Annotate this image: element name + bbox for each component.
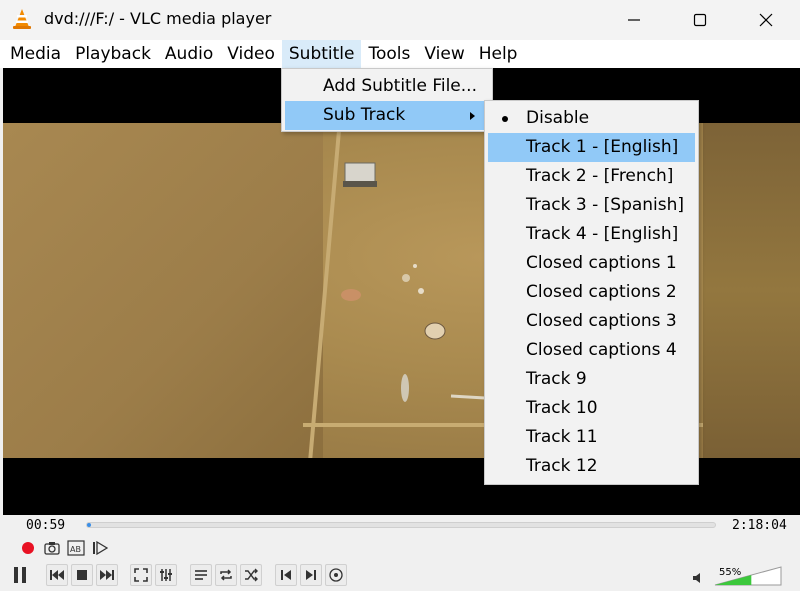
track-option-label: Disable <box>526 108 590 128</box>
window-title: dvd:///F:/ - VLC media player <box>44 9 272 28</box>
record-button[interactable] <box>17 537 39 559</box>
shuffle-icon <box>245 568 258 582</box>
track-option-cc3[interactable]: Closed captions 3 <box>488 307 695 336</box>
previous-chapter-icon <box>281 570 291 580</box>
track-option-label: Closed captions 3 <box>526 311 677 331</box>
track-option-label: Closed captions 1 <box>526 253 677 273</box>
next-chapter-button[interactable] <box>300 564 322 586</box>
menu-help[interactable]: Help <box>472 40 525 68</box>
track-option-2[interactable]: Track 2 - [French] <box>488 162 695 191</box>
mute-button[interactable] <box>690 570 706 586</box>
track-option-11[interactable]: Track 11 <box>488 423 695 452</box>
fullscreen-icon <box>134 568 148 582</box>
stop-icon <box>77 570 87 580</box>
seek-bar[interactable] <box>86 522 716 528</box>
track-option-label: Track 4 - [English] <box>526 224 679 244</box>
loop-ab-icon: AB <box>67 540 85 556</box>
playlist-icon <box>195 570 207 580</box>
minimize-icon <box>628 19 640 21</box>
chevron-right-icon <box>470 112 475 120</box>
next-button[interactable] <box>96 564 118 586</box>
playlist-button[interactable] <box>190 564 212 586</box>
menu-option-sub-track[interactable]: Sub Track <box>285 101 489 130</box>
pause-button[interactable] <box>6 562 34 588</box>
menu-media[interactable]: Media <box>3 40 68 68</box>
previous-chapter-button[interactable] <box>275 564 297 586</box>
previous-button[interactable] <box>46 564 68 586</box>
pause-icon <box>14 567 26 583</box>
frame-step-icon <box>93 541 108 555</box>
minimize-button[interactable] <box>610 0 658 40</box>
volume-slider[interactable] <box>713 565 783 587</box>
menu-tools[interactable]: Tools <box>361 40 417 68</box>
disc-menu-icon <box>329 568 343 582</box>
subtitle-menu: Add Subtitle File... Sub Track <box>281 68 493 132</box>
vlc-cone-icon <box>13 9 31 29</box>
menu-option-label: Add Subtitle File... <box>323 76 477 96</box>
menu-bar: Media Playback Audio Video Subtitle Tool… <box>0 40 800 68</box>
sub-track-menu: Disable Track 1 - [English] Track 2 - [F… <box>484 100 699 485</box>
extended-settings-button[interactable] <box>155 564 177 586</box>
track-option-cc4[interactable]: Closed captions 4 <box>488 336 695 365</box>
selected-bullet-icon <box>502 116 508 122</box>
track-option-label: Closed captions 2 <box>526 282 677 302</box>
track-option-label: Track 10 <box>526 398 598 418</box>
track-option-9[interactable]: Track 9 <box>488 365 695 394</box>
stop-button[interactable] <box>71 564 93 586</box>
menu-video[interactable]: Video <box>220 40 282 68</box>
loop-ab-button[interactable]: AB <box>65 537 87 559</box>
fullscreen-button[interactable] <box>130 564 152 586</box>
seek-progress <box>87 523 92 527</box>
track-option-12[interactable]: Track 12 <box>488 452 695 481</box>
track-option-label: Track 9 <box>526 369 587 389</box>
record-icon <box>22 542 34 554</box>
svg-text:AB: AB <box>70 545 81 554</box>
next-chapter-icon <box>306 570 316 580</box>
track-option-cc2[interactable]: Closed captions 2 <box>488 278 695 307</box>
track-option-label: Track 2 - [French] <box>526 166 674 186</box>
skip-back-icon <box>50 570 64 580</box>
track-option-1[interactable]: Track 1 - [English] <box>488 133 695 162</box>
menu-subtitle[interactable]: Subtitle <box>281 40 362 68</box>
skip-forward-icon <box>100 570 114 580</box>
title-bar: dvd:///F:/ - VLC media player <box>0 0 800 40</box>
seek-row: 00:59 2:18:04 <box>0 515 800 537</box>
speaker-icon <box>693 573 700 583</box>
maximize-button[interactable] <box>676 0 724 40</box>
elapsed-time[interactable]: 00:59 <box>26 518 65 533</box>
track-option-label: Track 3 - [Spanish] <box>526 195 685 215</box>
disc-menu-button[interactable] <box>325 564 347 586</box>
total-time[interactable]: 2:18:04 <box>732 518 787 533</box>
track-option-10[interactable]: Track 10 <box>488 394 695 423</box>
menu-view[interactable]: View <box>417 40 471 68</box>
track-option-label: Track 1 - [English] <box>526 137 679 157</box>
menu-option-add-subtitle-file[interactable]: Add Subtitle File... <box>285 72 489 101</box>
loop-button[interactable] <box>215 564 237 586</box>
close-icon <box>759 13 773 27</box>
menu-option-label: Sub Track <box>323 105 406 125</box>
track-option-4[interactable]: Track 4 - [English] <box>488 220 695 249</box>
frame-step-button[interactable] <box>89 537 111 559</box>
track-option-label: Closed captions 4 <box>526 340 677 360</box>
track-option-3[interactable]: Track 3 - [Spanish] <box>488 191 695 220</box>
maximize-icon <box>693 13 707 27</box>
menu-audio[interactable]: Audio <box>158 40 220 68</box>
track-option-cc1[interactable]: Closed captions 1 <box>488 249 695 278</box>
close-button[interactable] <box>742 0 790 40</box>
loop-icon <box>220 569 232 581</box>
menu-playback[interactable]: Playback <box>68 40 158 68</box>
track-option-label: Track 12 <box>526 456 598 476</box>
track-option-disable[interactable]: Disable <box>488 104 695 133</box>
camera-icon <box>44 542 60 555</box>
shuffle-button[interactable] <box>240 564 262 586</box>
snapshot-button[interactable] <box>41 537 63 559</box>
track-option-label: Track 11 <box>526 427 598 447</box>
equalizer-icon <box>160 569 172 581</box>
